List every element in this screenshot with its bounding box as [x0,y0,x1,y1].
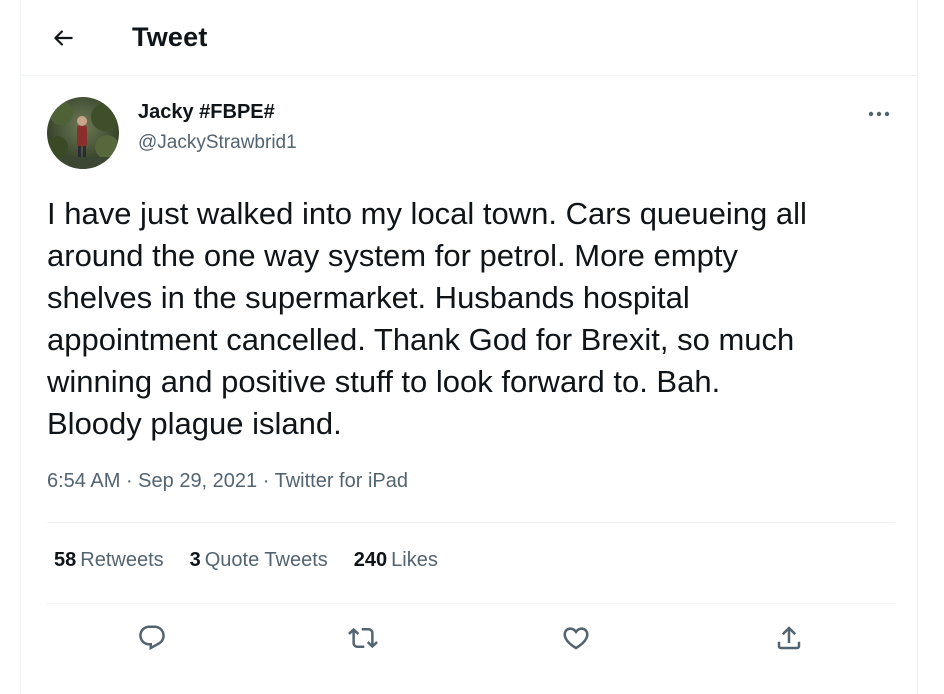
share-icon [777,626,801,650]
avatar[interactable] [47,97,119,169]
meta-separator: · [257,470,275,492]
like-button[interactable] [556,618,596,658]
page-header: Tweet [21,0,917,76]
meta-separator: · [120,470,139,492]
like-icon [563,627,589,650]
tweet-source[interactable]: Twitter for iPad [275,470,408,492]
tweet-date[interactable]: Sep 29, 2021 [138,470,257,492]
share-button[interactable] [769,618,809,658]
tweet-text: I have just walked into my local town. C… [47,196,807,441]
tweet-time[interactable]: 6:54 AM [47,470,120,492]
likes-count: 240 [353,549,388,571]
back-button[interactable] [45,20,81,56]
retweets-label: Retweets [80,549,164,571]
tweet-meta: 6:54 AM · Sep 29, 2021 · Twitter for iPa… [47,470,408,493]
retweets-count: 58 [54,549,77,571]
tweet-page: Tweet Jacky #FBPE# @JackyStrawbrid1 I ha… [20,0,918,694]
divider [47,603,895,604]
page-title: Tweet [132,22,208,52]
more-options-button[interactable] [861,100,897,128]
retweets-stat[interactable]: 58 Retweets [54,549,164,572]
reply-button[interactable] [132,618,172,658]
tweet-stats: 58 Retweets 3 Quote Tweets 240 Likes [54,549,464,572]
author-handle[interactable]: @JackyStrawbrid1 [138,132,297,154]
quote-tweets-stat[interactable]: 3 Quote Tweets [190,549,328,572]
quote-tweets-count: 3 [189,549,201,571]
likes-label: Likes [391,549,438,571]
likes-stat[interactable]: 240 Likes [354,549,438,572]
more-horizontal-icon [868,111,890,117]
quote-tweets-label: Quote Tweets [204,549,328,571]
divider [47,522,895,523]
avatar-photo [47,97,119,169]
reply-icon [139,625,165,651]
arrow-left-icon [54,30,73,46]
retweet-button[interactable] [343,618,383,658]
retweet-icon [348,627,378,649]
author-name[interactable]: Jacky #FBPE# [138,101,275,124]
